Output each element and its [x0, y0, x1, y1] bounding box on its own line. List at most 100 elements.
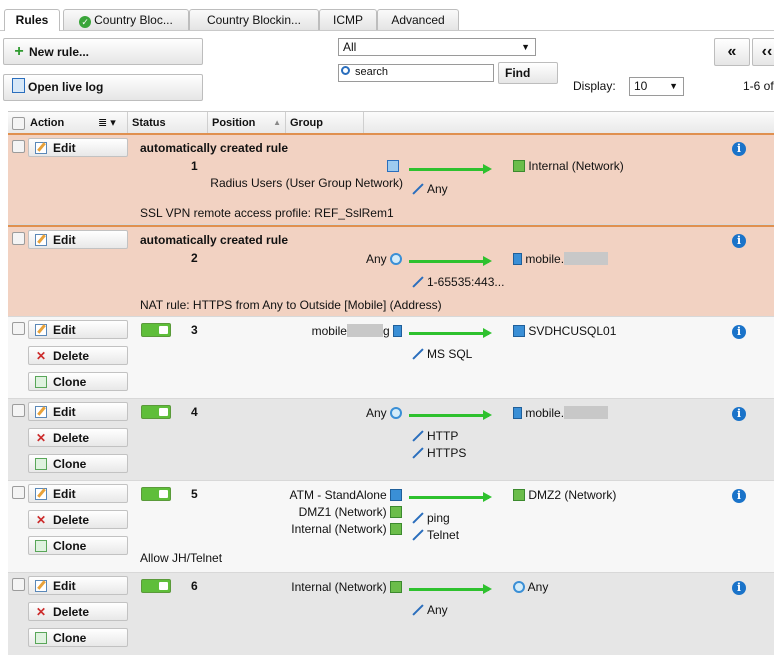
- check-icon: ✓: [79, 16, 92, 28]
- rule-service: Any: [412, 603, 448, 617]
- tab-icmp[interactable]: ICMP: [319, 9, 377, 30]
- rule-comment: Allow JH/Telnet: [140, 551, 223, 565]
- search-icon: [341, 66, 350, 75]
- edit-button[interactable]: Edit: [28, 138, 128, 157]
- info-icon[interactable]: i: [732, 489, 746, 503]
- edit-icon: [35, 234, 47, 246]
- tab-country-blocking-exceptions[interactable]: Country Blockin...: [189, 9, 319, 30]
- table-row: Edit ✕ Delete Clone 4 Any HTTP HTTPS mobi…: [8, 399, 774, 481]
- service-icon: [412, 447, 424, 459]
- host-icon: [513, 407, 522, 419]
- clone-button[interactable]: Clone: [28, 454, 128, 473]
- column-action[interactable]: Action ≣ ▾: [26, 112, 128, 134]
- first-page-button[interactable]: «: [714, 38, 750, 66]
- rule-position: 4: [191, 405, 198, 419]
- rule-destination: Any: [513, 580, 548, 594]
- edit-button[interactable]: Edit: [28, 320, 128, 339]
- rule-service: Telnet: [412, 528, 459, 542]
- tab-advanced[interactable]: Advanced: [377, 9, 459, 30]
- edit-button[interactable]: Edit: [28, 576, 128, 595]
- display-count-select[interactable]: 10 ▼: [629, 77, 684, 96]
- chevron-left-icon: ‹‹: [761, 43, 773, 60]
- edit-button[interactable]: Edit: [28, 230, 128, 249]
- search-input[interactable]: search: [338, 64, 494, 82]
- rule-source: ATM - StandAlone: [188, 488, 402, 502]
- clone-button[interactable]: Clone: [28, 628, 128, 647]
- arrow-icon: [409, 328, 492, 338]
- rule-service: HTTPS: [412, 446, 466, 460]
- status-toggle[interactable]: [141, 487, 171, 501]
- clone-icon: [35, 376, 47, 388]
- edit-button[interactable]: Edit: [28, 484, 128, 503]
- select-all-checkbox[interactable]: [12, 117, 25, 130]
- rule-destination: mobile.: [513, 406, 609, 420]
- column-group[interactable]: Group: [286, 112, 364, 134]
- info-icon[interactable]: i: [732, 581, 746, 595]
- row-checkbox[interactable]: [12, 404, 25, 417]
- open-live-log-button[interactable]: Open live log: [3, 74, 203, 101]
- tab-country-blocking[interactable]: ✓ Country Bloc...: [63, 9, 189, 30]
- status-toggle[interactable]: [141, 405, 171, 419]
- rule-service: MS SQL: [412, 347, 472, 361]
- rule-destination: SVDHCUSQL01: [513, 324, 616, 338]
- column-status[interactable]: Status: [128, 112, 208, 134]
- info-icon[interactable]: i: [732, 325, 746, 339]
- info-icon[interactable]: i: [732, 234, 746, 248]
- list-menu-icon[interactable]: ≣ ▾: [98, 112, 116, 134]
- host-icon: [393, 325, 402, 337]
- rule-position: 2: [191, 251, 198, 265]
- delete-button[interactable]: ✕ Delete: [28, 346, 128, 365]
- table-header: Action ≣ ▾ Status Position ▲ Group: [8, 111, 774, 135]
- globe-icon: [390, 253, 402, 265]
- rule-position: 3: [191, 323, 198, 337]
- rule-source: Any: [208, 406, 402, 420]
- clone-button[interactable]: Clone: [28, 536, 128, 555]
- service-icon: [412, 512, 424, 524]
- row-checkbox[interactable]: [12, 140, 25, 153]
- display-label: Display:: [573, 79, 616, 93]
- previous-page-button[interactable]: ‹‹: [752, 38, 774, 66]
- rule-service: ping: [412, 511, 450, 525]
- arrow-icon: [409, 410, 492, 420]
- table-row: Edit ✕ Delete Clone 5 ATM - StandAlone DM…: [8, 481, 774, 573]
- network-icon: [390, 506, 402, 518]
- rule-destination: DMZ2 (Network): [513, 488, 616, 502]
- host-icon: [513, 253, 522, 265]
- service-icon: [412, 276, 424, 288]
- network-icon: [513, 160, 525, 172]
- delete-button[interactable]: ✕ Delete: [28, 428, 128, 447]
- tab-strip: Rules ✓ Country Bloc... Country Blockin..…: [0, 0, 774, 31]
- delete-button[interactable]: ✕ Delete: [28, 510, 128, 529]
- status-toggle[interactable]: [141, 579, 171, 593]
- info-icon[interactable]: i: [732, 407, 746, 421]
- host-group-icon: [390, 489, 402, 501]
- column-position[interactable]: Position ▲: [208, 112, 286, 134]
- info-icon[interactable]: i: [732, 142, 746, 156]
- service-icon: [412, 529, 424, 541]
- table-row: Edit automatically created rule 1 Radius…: [8, 133, 774, 225]
- edit-icon: [35, 324, 47, 336]
- row-checkbox[interactable]: [12, 578, 25, 591]
- delete-button[interactable]: ✕ Delete: [28, 602, 128, 621]
- plus-icon: +: [14, 43, 24, 60]
- edit-button[interactable]: Edit: [28, 402, 128, 421]
- users-icon: [387, 159, 399, 173]
- filter-select[interactable]: All ▼: [338, 38, 536, 56]
- delete-icon: ✕: [35, 431, 47, 445]
- row-checkbox[interactable]: [12, 486, 25, 499]
- table-row: Edit automatically created rule 2 Any 1-…: [8, 225, 774, 317]
- tab-rules[interactable]: Rules: [4, 9, 60, 31]
- rule-source: mobile g: [208, 324, 402, 338]
- new-rule-button[interactable]: + New rule...: [3, 38, 203, 65]
- clone-icon: [35, 632, 47, 644]
- status-toggle[interactable]: [141, 323, 171, 337]
- arrow-icon: [409, 492, 492, 502]
- rule-service: 1-65535:443...: [412, 275, 504, 289]
- find-button[interactable]: Find: [498, 62, 558, 84]
- clone-button[interactable]: Clone: [28, 372, 128, 391]
- row-checkbox[interactable]: [12, 232, 25, 245]
- row-checkbox[interactable]: [12, 322, 25, 335]
- network-icon: [390, 581, 402, 593]
- service-icon: [412, 183, 424, 195]
- rule-source: Internal (Network): [188, 522, 402, 536]
